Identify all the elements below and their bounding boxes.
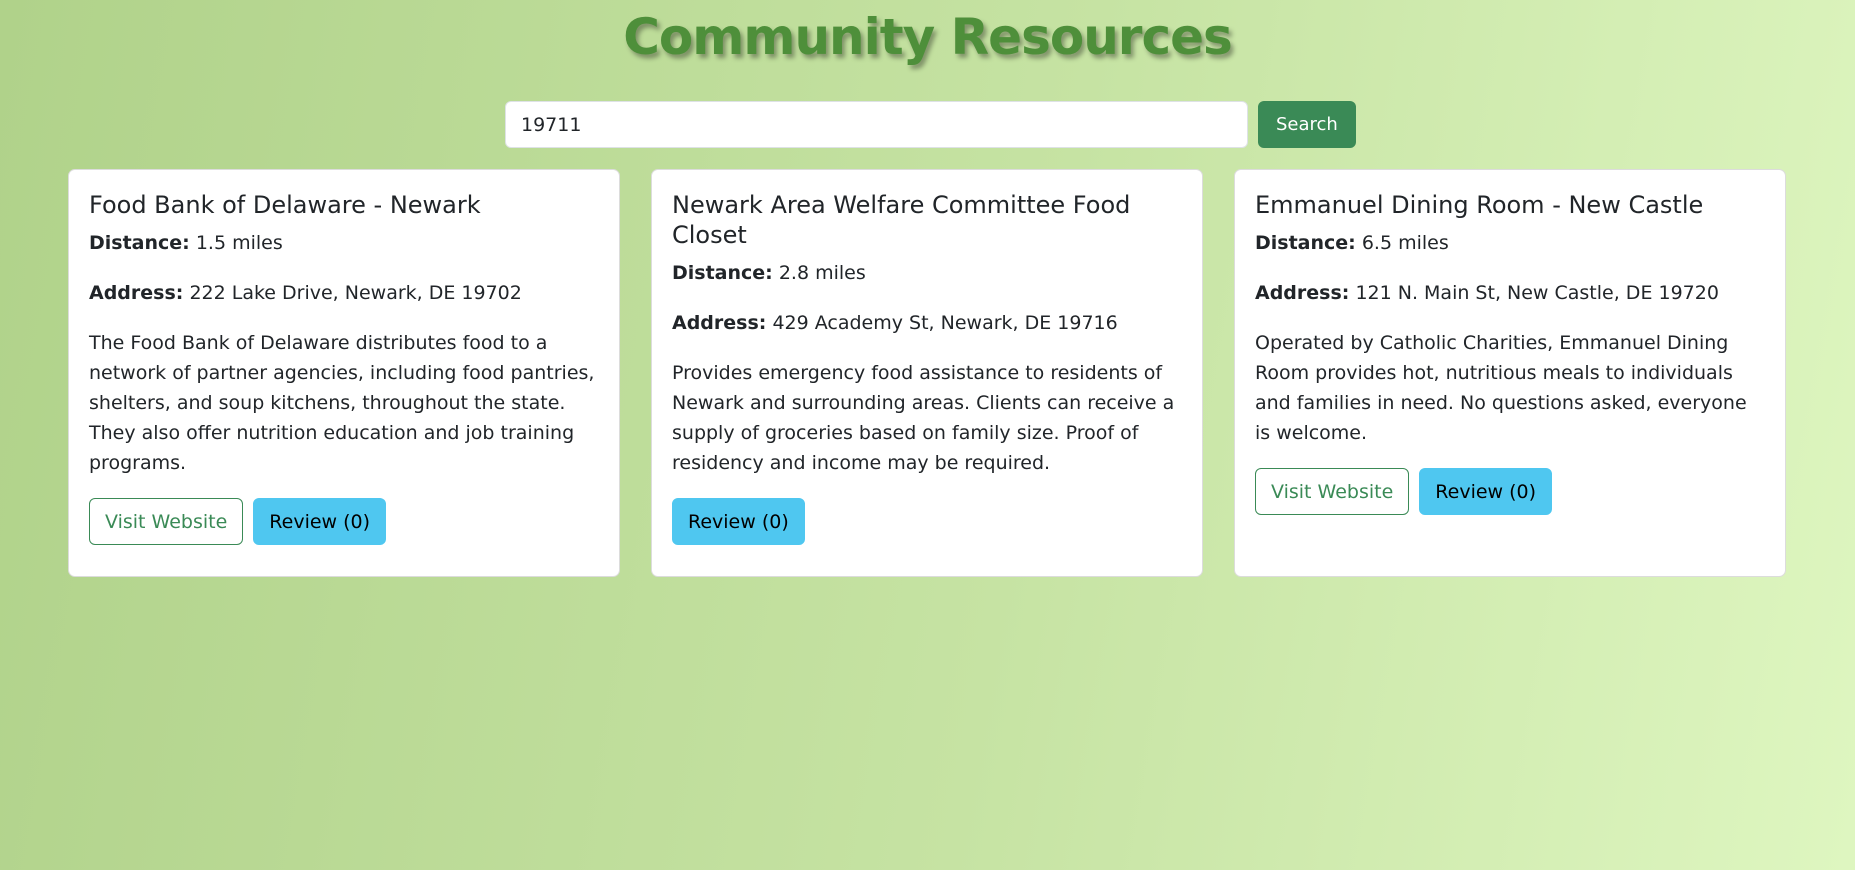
page-title: Community Resources (623, 8, 1233, 66)
resource-card: Newark Area Welfare Committee Food Close… (651, 169, 1203, 577)
resource-list: Food Bank of Delaware - Newark Distance:… (68, 169, 1786, 577)
address-value: 121 N. Main St, New Castle, DE 19720 (1355, 282, 1719, 304)
address-label: Address: (672, 312, 767, 334)
resource-address: Address: 429 Academy St, Newark, DE 1971… (672, 308, 1182, 338)
resource-name: Emmanuel Dining Room - New Castle (1255, 191, 1704, 219)
review-button[interactable]: Review (0) (672, 498, 805, 545)
resource-description: Operated by Catholic Charities, Emmanuel… (1255, 332, 1747, 444)
resource-distance: Distance: 2.8 miles (672, 258, 1182, 288)
review-button[interactable]: Review (0) (1419, 468, 1553, 515)
card-actions: Review (0) (672, 498, 1182, 545)
resource-description: Provides emergency food assistance to re… (672, 362, 1175, 474)
resource-name: Food Bank of Delaware - Newark (89, 191, 481, 219)
resource-address: Address: 222 Lake Drive, Newark, DE 1970… (89, 278, 599, 308)
review-button[interactable]: Review (0) (253, 498, 387, 545)
card-actions: Visit Website Review (0) (89, 498, 599, 545)
resource-distance: Distance: 1.5 miles (89, 228, 599, 258)
address-label: Address: (1255, 282, 1350, 304)
search-bar: Search (505, 101, 1356, 148)
distance-value: 2.8 miles (778, 262, 866, 284)
distance-label: Distance: (1255, 232, 1356, 254)
distance-label: Distance: (672, 262, 773, 284)
address-value: 429 Academy St, Newark, DE 19716 (772, 312, 1118, 334)
resource-address: Address: 121 N. Main St, New Castle, DE … (1255, 278, 1765, 308)
visit-website-button[interactable]: Visit Website (1255, 468, 1410, 515)
resource-card: Emmanuel Dining Room - New Castle Distan… (1234, 169, 1786, 577)
resource-name: Newark Area Welfare Committee Food Close… (672, 191, 1131, 249)
resource-description: The Food Bank of Delaware distributes fo… (89, 332, 595, 474)
visit-website-button[interactable]: Visit Website (89, 498, 244, 545)
distance-value: 6.5 miles (1361, 232, 1449, 254)
address-label: Address: (89, 282, 184, 304)
resource-distance: Distance: 6.5 miles (1255, 228, 1765, 258)
card-actions: Visit Website Review (0) (1255, 468, 1765, 515)
search-button[interactable]: Search (1258, 101, 1356, 148)
distance-value: 1.5 miles (195, 232, 283, 254)
address-value: 222 Lake Drive, Newark, DE 19702 (189, 282, 522, 304)
distance-label: Distance: (89, 232, 190, 254)
search-input[interactable] (505, 101, 1248, 148)
resource-card: Food Bank of Delaware - Newark Distance:… (68, 169, 620, 577)
